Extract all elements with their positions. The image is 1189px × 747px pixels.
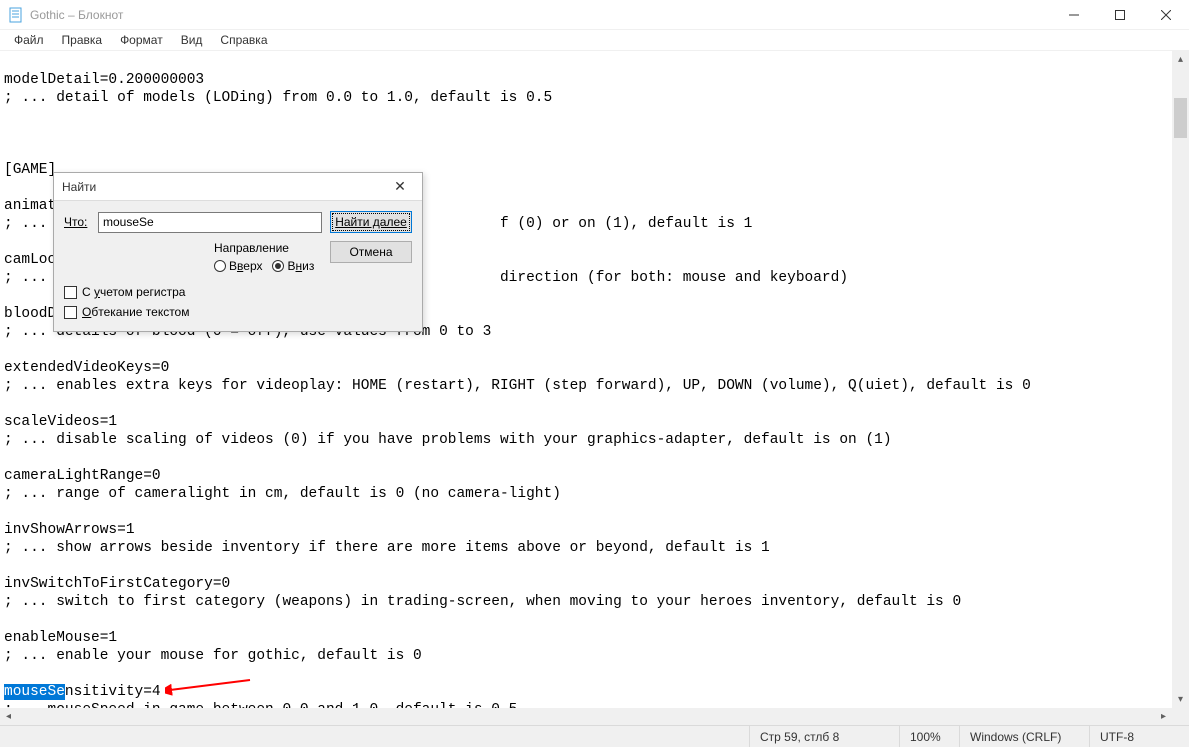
direction-down-label: Вниз [287,259,314,273]
window-title: Gothic – Блокнот [30,8,123,22]
wrap-around-label: Обтекание текстом [82,305,189,319]
find-dialog-close[interactable]: ✕ [386,178,414,195]
find-next-button[interactable]: Найти далее [330,211,412,233]
menubar: Файл Правка Формат Вид Справка [0,30,1189,50]
match-case-label: С учетом регистра [82,285,185,299]
status-zoom: 100% [899,726,959,747]
find-dialog-title: Найти [62,180,96,194]
scroll-left-button[interactable]: ◂ [0,708,17,725]
minimize-button[interactable] [1051,0,1097,30]
menu-edit[interactable]: Правка [54,31,111,49]
status-eol: Windows (CRLF) [959,726,1089,747]
scroll-up-button[interactable]: ▴ [1172,51,1189,68]
direction-up-label: Вверх [229,259,262,273]
find-dialog: Найти ✕ Что: Найти далее Направление Вве… [53,172,423,332]
notepad-icon [8,7,24,23]
menu-file[interactable]: Файл [6,31,52,49]
close-button[interactable] [1143,0,1189,30]
find-dialog-titlebar[interactable]: Найти ✕ [54,173,422,201]
direction-down-radio[interactable]: Вниз [272,259,314,273]
content-area: modelDetail=0.200000003 ; ... detail of … [0,50,1189,725]
text-editor[interactable]: modelDetail=0.200000003 ; ... detail of … [0,51,1172,708]
status-encoding: UTF-8 [1089,726,1189,747]
statusbar: Стр 59, стлб 8 100% Windows (CRLF) UTF-8 [0,725,1189,747]
status-position: Стр 59, стлб 8 [749,726,899,747]
scroll-thumb[interactable] [1174,98,1187,138]
window-controls [1051,0,1189,30]
menu-help[interactable]: Справка [212,31,275,49]
menu-view[interactable]: Вид [173,31,211,49]
scroll-track[interactable] [1172,68,1189,691]
vertical-scrollbar[interactable]: ▴ ▾ [1172,51,1189,708]
horizontal-scrollbar[interactable]: ◂ ▸ [0,708,1172,725]
find-what-input[interactable] [98,212,322,233]
match-case-checkbox[interactable]: С учетом регистра [64,285,412,299]
find-what-label: Что: [64,215,98,229]
scroll-down-button[interactable]: ▾ [1172,691,1189,708]
direction-label: Направление [214,241,322,255]
wrap-around-checkbox[interactable]: Обтекание текстом [64,305,412,319]
scroll-right-button[interactable]: ▸ [1155,708,1172,725]
titlebar: Gothic – Блокнот [0,0,1189,30]
direction-group: Направление Вверх Вниз [214,241,322,273]
direction-up-radio[interactable]: Вверх [214,259,262,273]
maximize-button[interactable] [1097,0,1143,30]
scroll-corner [1172,708,1189,725]
cancel-button[interactable]: Отмена [330,241,412,263]
menu-format[interactable]: Формат [112,31,171,49]
